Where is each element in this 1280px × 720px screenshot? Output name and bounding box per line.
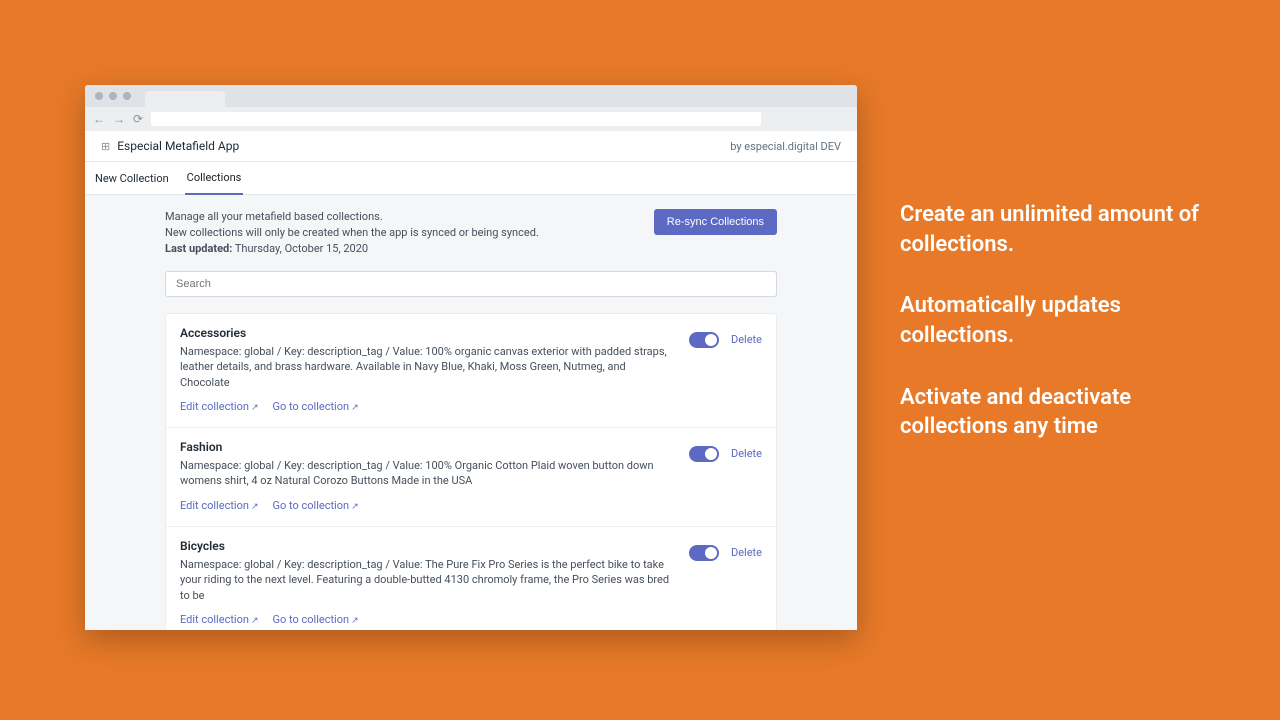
external-icon: ↗ <box>251 403 259 413</box>
app-logo-icon: ⊞ <box>101 140 110 153</box>
collection-row: Delete Fashion Namespace: global / Key: … <box>166 428 776 527</box>
goto-collection-link[interactable]: Go to collection↗ <box>273 613 359 626</box>
last-updated-value: Thursday, October 15, 2020 <box>235 242 368 255</box>
resync-button[interactable]: Re-sync Collections <box>654 209 777 235</box>
url-input[interactable] <box>151 112 761 126</box>
delete-link[interactable]: Delete <box>731 447 762 460</box>
tab-new-collection[interactable]: New Collection <box>93 162 171 194</box>
edit-collection-link[interactable]: Edit collection↗ <box>180 613 259 626</box>
window-titlebar <box>85 85 857 107</box>
back-icon[interactable]: ← <box>93 113 105 125</box>
edit-collection-link[interactable]: Edit collection↗ <box>180 499 259 512</box>
collection-row: Delete Accessories Namespace: global / K… <box>166 314 776 428</box>
page-intro: Manage all your metafield based collecti… <box>165 209 777 257</box>
active-toggle[interactable] <box>689 446 719 462</box>
collection-title: Bicycles <box>180 539 762 553</box>
last-updated-label: Last updated: <box>165 242 232 255</box>
byline: by especial.digital DEV <box>730 140 841 153</box>
active-toggle[interactable] <box>689 545 719 561</box>
external-icon: ↗ <box>351 616 359 626</box>
marketing-copy: Create an unlimited amount of collection… <box>900 200 1220 474</box>
traffic-dot <box>109 92 117 100</box>
traffic-dot <box>123 92 131 100</box>
tab-bar: New Collection Collections <box>85 161 857 195</box>
external-icon: ↗ <box>351 403 359 413</box>
intro-line: New collections will only be created whe… <box>165 225 642 241</box>
active-toggle[interactable] <box>689 332 719 348</box>
delete-link[interactable]: Delete <box>731 546 762 559</box>
traffic-dot <box>95 92 103 100</box>
search-input[interactable] <box>165 271 777 297</box>
external-icon: ↗ <box>251 616 259 626</box>
tab-collections[interactable]: Collections <box>185 161 244 195</box>
app-header: ⊞ Especial Metafield App by especial.dig… <box>85 131 857 161</box>
collection-title: Accessories <box>180 326 762 340</box>
collection-title: Fashion <box>180 440 762 454</box>
intro-line: Manage all your metafield based collecti… <box>165 209 642 225</box>
delete-link[interactable]: Delete <box>731 333 762 346</box>
edit-collection-link[interactable]: Edit collection↗ <box>180 400 259 413</box>
goto-collection-link[interactable]: Go to collection↗ <box>273 499 359 512</box>
collection-meta: Namespace: global / Key: description_tag… <box>180 557 670 603</box>
collection-meta: Namespace: global / Key: description_tag… <box>180 344 670 390</box>
external-icon: ↗ <box>351 502 359 512</box>
reload-icon[interactable]: ⟳ <box>133 113 143 125</box>
browser-tab[interactable] <box>145 91 225 107</box>
promo-line: Create an unlimited amount of collection… <box>900 200 1220 259</box>
collection-meta: Namespace: global / Key: description_tag… <box>180 458 670 489</box>
promo-line: Automatically updates collections. <box>900 291 1220 350</box>
collection-list: Delete Accessories Namespace: global / K… <box>165 313 777 630</box>
browser-addressbar: ← → ⟳ <box>85 107 857 131</box>
collection-row: Delete Bicycles Namespace: global / Key:… <box>166 527 776 630</box>
app-title: Especial Metafield App <box>117 139 239 153</box>
promo-line: Activate and deactivate collections any … <box>900 383 1220 442</box>
browser-window: ← → ⟳ ⊞ Especial Metafield App by especi… <box>85 85 857 630</box>
external-icon: ↗ <box>251 502 259 512</box>
goto-collection-link[interactable]: Go to collection↗ <box>273 400 359 413</box>
forward-icon[interactable]: → <box>113 113 125 125</box>
main-content: Manage all your metafield based collecti… <box>85 195 857 630</box>
